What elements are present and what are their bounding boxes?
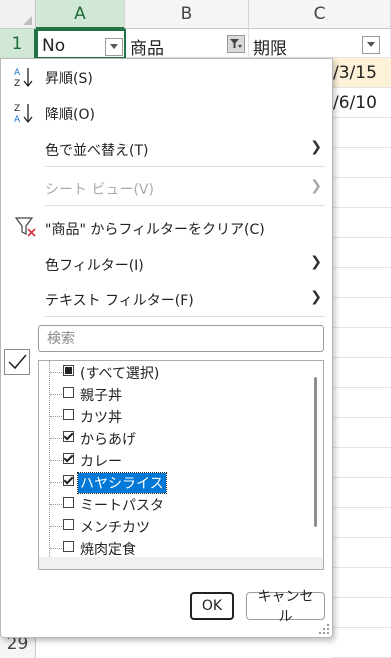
list-item[interactable]: カツ丼: [39, 405, 309, 427]
autofilter-dropdown: A Z 昇順(S) Z A 降順(O) 色で並べ替え(T) ❯ シート ビュー(…: [0, 58, 333, 638]
list-item[interactable]: 焼肉定食: [39, 537, 309, 559]
filter-dropdown-button-a[interactable]: [105, 38, 123, 56]
cell-c2-tinted[interactable]: /3/15: [333, 58, 391, 88]
sort-descending-label: 降順(O): [45, 107, 95, 123]
item-checkbox[interactable]: [63, 541, 74, 552]
list-item-label: ミートパスタ: [80, 498, 164, 514]
list-item-label: カツ丼: [80, 410, 122, 426]
checkmark-icon: [8, 354, 27, 370]
list-item[interactable]: からあげ: [39, 427, 309, 449]
cell-c3[interactable]: /6/10: [333, 88, 391, 118]
row-header-1[interactable]: 1: [0, 29, 36, 58]
list-item-select-all[interactable]: (すべて選択): [39, 361, 309, 383]
cell-c2-text: /3/15: [333, 63, 377, 83]
column-header-c[interactable]: C: [249, 0, 391, 29]
list-item-label: メンチカツ: [80, 520, 150, 536]
resize-grip-icon[interactable]: [319, 624, 329, 634]
color-filter-item[interactable]: 色フィルター(I) ❯: [1, 248, 332, 278]
filter-values-list[interactable]: (すべて選択) 親子丼 カツ丼 からあげ カレー ハヤシライス ミートパスタ メ…: [38, 360, 324, 570]
item-checkbox[interactable]: [63, 475, 74, 486]
cell-a1[interactable]: No: [36, 29, 126, 59]
horizontal-scrollbar[interactable]: [39, 557, 323, 569]
submenu-arrow-icon: ❯: [310, 178, 322, 194]
sheet-view-item: シート ビュー(V) ❯: [1, 172, 332, 202]
cell-c1-text: 期限: [253, 39, 287, 59]
cancel-button[interactable]: キャンセル: [246, 589, 325, 625]
grid-remainder: [333, 118, 391, 658]
item-checkbox[interactable]: [63, 497, 74, 508]
sort-ascending-label: 昇順(S): [45, 71, 93, 87]
list-item-label: (すべて選択): [80, 366, 160, 382]
select-all-corner[interactable]: [0, 0, 36, 29]
search-input[interactable]: [45, 326, 309, 351]
filter-dropdown-button-c[interactable]: [362, 36, 380, 54]
cell-b1[interactable]: 商品: [126, 29, 249, 59]
svg-text:Z: Z: [14, 79, 20, 88]
sort-descending-item[interactable]: Z A 降順(O): [1, 97, 332, 127]
clear-filter-icon: [15, 217, 36, 237]
column-header-a[interactable]: A: [36, 0, 125, 29]
svg-text:A: A: [14, 115, 21, 124]
filter-dropdown-icon: [367, 42, 375, 47]
list-item[interactable]: ミートパスタ: [39, 493, 309, 515]
select-all-checkbox[interactable]: [63, 365, 74, 376]
row-1-label: 1: [11, 33, 23, 54]
list-item[interactable]: メンチカツ: [39, 515, 309, 537]
list-item-label: 焼肉定食: [80, 542, 136, 558]
list-item[interactable]: カレー: [39, 449, 309, 471]
sort-ascending-item[interactable]: A Z 昇順(S): [1, 61, 332, 91]
item-checkbox[interactable]: [63, 453, 74, 464]
search-box[interactable]: [38, 325, 324, 352]
submenu-arrow-icon: ❯: [310, 289, 322, 305]
clear-filter-label: "商品" からフィルターをクリア(C): [45, 222, 265, 238]
sort-descending-icon: Z A: [14, 104, 33, 124]
cell-c1[interactable]: 期限: [249, 29, 391, 59]
column-a-label: A: [74, 3, 86, 24]
sort-ascending-icon: A Z: [14, 68, 33, 88]
list-item-label: 親子丼: [80, 388, 122, 404]
item-checkbox[interactable]: [63, 387, 74, 398]
filter-active-button-b[interactable]: [227, 35, 245, 53]
column-b-label: B: [180, 4, 193, 24]
column-c-label: C: [313, 4, 326, 24]
cell-c3-text: /6/10: [333, 93, 377, 113]
submenu-arrow-icon: ❯: [310, 254, 322, 270]
item-checkbox[interactable]: [63, 519, 74, 530]
ok-button[interactable]: OK: [190, 592, 234, 620]
list-item-label: ハヤシライス: [77, 472, 167, 494]
menu-separator: [45, 316, 325, 317]
column-header-b[interactable]: B: [125, 0, 249, 29]
item-checkbox[interactable]: [63, 409, 74, 420]
text-filter-label: テキスト フィルター(F): [45, 293, 194, 309]
cell-b1-text: 商品: [130, 39, 164, 59]
submenu-arrow-icon: ❯: [310, 139, 322, 155]
svg-text:Z: Z: [14, 104, 20, 114]
clear-filter-item[interactable]: "商品" からフィルターをクリア(C): [1, 212, 332, 242]
menu-separator: [45, 166, 325, 167]
sort-by-color-label: 色で並べ替え(T): [45, 143, 149, 159]
vertical-scrollbar[interactable]: [314, 377, 317, 527]
cell-a1-text: No: [42, 36, 66, 56]
text-filter-item[interactable]: テキスト フィルター(F) ❯: [1, 283, 332, 313]
list-item[interactable]: 親子丼: [39, 383, 309, 405]
list-item-selected[interactable]: ハヤシライス: [39, 471, 309, 494]
sort-by-color-item[interactable]: 色で並べ替え(T) ❯: [1, 133, 332, 163]
sheet-view-label: シート ビュー(V): [45, 182, 154, 198]
color-filter-label: 色フィルター(I): [45, 258, 144, 274]
filter-dropdown-icon: [110, 44, 118, 49]
item-checkbox[interactable]: [63, 431, 74, 442]
list-item-label: からあげ: [80, 432, 136, 448]
filter-checkmark-box: [4, 349, 30, 375]
menu-separator: [45, 205, 325, 206]
filter-active-icon: [230, 39, 242, 48]
list-item-label: カレー: [80, 454, 122, 470]
svg-text:A: A: [14, 68, 21, 78]
